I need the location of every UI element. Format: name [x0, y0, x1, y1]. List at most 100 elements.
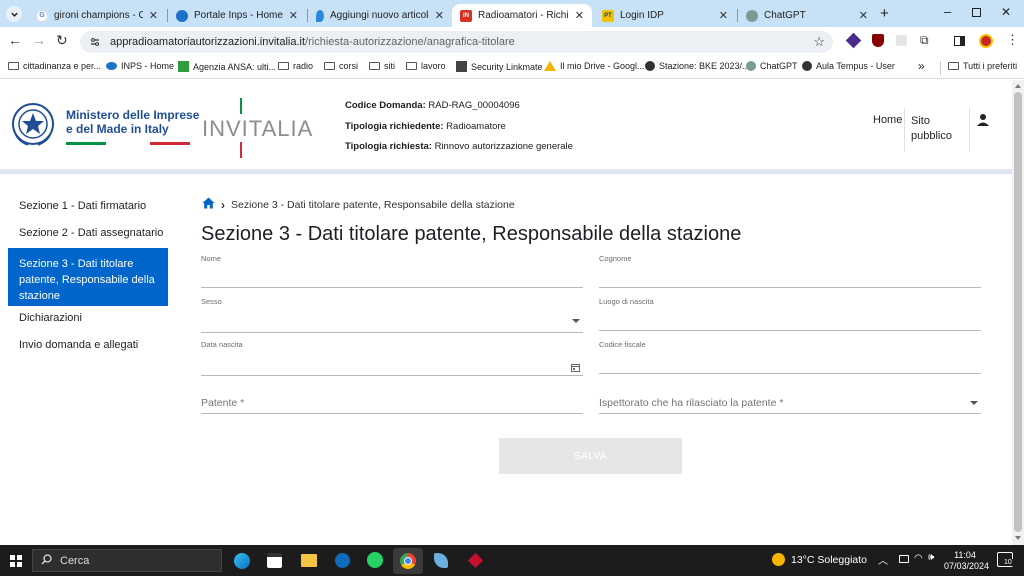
codice-fiscale-input[interactable]	[599, 356, 981, 374]
red-app-icon[interactable]	[468, 553, 483, 568]
search-icon	[41, 553, 52, 568]
bookmark-star-icon[interactable]: ☆	[813, 34, 825, 50]
luogo-nascita-input[interactable]	[599, 313, 981, 331]
calendar-icon[interactable]	[571, 359, 580, 377]
reload-button[interactable]: ↻	[56, 32, 68, 49]
close-icon[interactable]: ✕	[435, 9, 444, 22]
network-icon[interactable]	[899, 555, 909, 563]
page-viewport: Ministero delle Imprese e del Made in It…	[0, 80, 1012, 545]
close-icon[interactable]: ✕	[859, 9, 868, 22]
profile-avatar[interactable]	[979, 34, 993, 48]
tab-inps[interactable]: Portale Inps - Home ✕	[168, 4, 306, 27]
chrome-app-icon-active[interactable]	[393, 548, 423, 574]
ansa-icon	[178, 61, 189, 72]
ministry-name[interactable]: Ministero delle Imprese e del Made in It…	[66, 108, 199, 136]
close-icon[interactable]: ✕	[289, 9, 298, 22]
forward-button[interactable]: →	[32, 32, 46, 48]
bookmark-item[interactable]: lavoro	[406, 61, 446, 71]
tab-articolo[interactable]: Aggiungi nuovo articolo « ✕	[308, 4, 452, 27]
bookmark-item[interactable]: Agenzia ANSA: ulti...	[178, 61, 276, 72]
volume-icon[interactable]: 🕪	[928, 552, 934, 563]
whatsapp-app-icon[interactable]	[367, 552, 383, 568]
close-icon[interactable]: ✕	[575, 9, 584, 22]
taskbar-search[interactable]: Cerca	[32, 549, 222, 572]
store-app-icon[interactable]	[267, 553, 282, 568]
weather-widget[interactable]: 13°C Soleggiato	[772, 553, 867, 566]
extension-ublock-icon[interactable]	[872, 34, 884, 47]
bookmark-item[interactable]: Stazione: BKE 2023/...	[645, 61, 750, 71]
wifi-icon[interactable]: ◠	[914, 553, 923, 564]
extension-shield-icon[interactable]	[845, 32, 862, 49]
scrollbar-up-arrow[interactable]	[1015, 84, 1021, 88]
field-label: Cognome	[599, 254, 632, 263]
bookmarks-bar: cittadinanza e per... INPS - Home Agenzi…	[0, 57, 1024, 79]
field-nome: Nome	[201, 254, 583, 288]
tab-radioamatori[interactable]: IN Radioamatori - Richiesta A ✕	[452, 4, 592, 27]
restore-button[interactable]	[972, 8, 981, 17]
close-icon[interactable]: ✕	[149, 9, 158, 22]
data-nascita-input[interactable]	[201, 357, 583, 376]
extensions-puzzle-icon[interactable]: ⧉	[920, 33, 929, 48]
app-with-badge-icon[interactable]	[335, 553, 350, 568]
field-patente	[201, 392, 583, 414]
close-window-button[interactable]: ✕	[1001, 5, 1011, 19]
back-button[interactable]: ←	[8, 32, 22, 48]
bookmark-item[interactable]: radio	[278, 61, 313, 71]
all-bookmarks-button[interactable]: Tutti i preferiti	[948, 61, 1017, 71]
close-icon[interactable]: ✕	[719, 9, 728, 22]
side-panel-icon[interactable]	[954, 36, 965, 46]
ispettorato-select[interactable]	[599, 392, 981, 414]
field-codice-fiscale: Codice fiscale	[599, 340, 981, 374]
nav-divider	[904, 108, 905, 152]
sidebar-item-dichiarazioni[interactable]: Dichiarazioni	[8, 312, 168, 324]
edge-app-icon[interactable]	[234, 553, 250, 569]
user-account-icon[interactable]	[976, 113, 990, 132]
bookmark-item[interactable]: Aula Tempus - User	[802, 61, 895, 71]
page-scrollbar[interactable]	[1012, 80, 1024, 545]
dropdown-arrow-icon[interactable]	[970, 401, 978, 405]
tab-search-button[interactable]	[6, 6, 22, 22]
invitalia-logo[interactable]: INVITALIA	[202, 116, 313, 142]
nav-home-link[interactable]: Home	[873, 114, 902, 126]
tab-login-idp[interactable]: PT Login IDP ✕	[594, 4, 736, 27]
nav-divider	[969, 108, 970, 152]
new-tab-button[interactable]: +	[880, 5, 889, 22]
site-info-icon[interactable]	[88, 35, 102, 49]
sidebar-item-sezione-3-active[interactable]: Sezione 3 - Dati titolare patente, Respo…	[8, 248, 168, 306]
bookmark-item[interactable]: INPS - Home	[106, 61, 174, 71]
save-button[interactable]: SALVA	[499, 438, 682, 474]
patente-input[interactable]	[201, 392, 583, 414]
sidebar-item-sezione-2[interactable]: Sezione 2 - Dati assegnatario	[8, 227, 168, 239]
nome-input[interactable]	[201, 270, 583, 288]
bookmark-item[interactable]: ChatGPT	[746, 61, 798, 71]
browser-menu-icon[interactable]: ⋮	[1006, 32, 1019, 48]
bookmark-item[interactable]: corsi	[324, 61, 358, 71]
explorer-app-icon[interactable]	[301, 554, 317, 567]
bookmark-item[interactable]: Il mio Drive - Googl...	[544, 61, 645, 71]
address-bar[interactable]: appradioamatoriautorizzazioni.invitalia.…	[80, 31, 833, 53]
field-label: Codice fiscale	[599, 340, 646, 349]
windows-start-icon[interactable]	[10, 555, 22, 567]
extension-blank-icon[interactable]	[896, 35, 907, 46]
dropdown-arrow-icon[interactable]	[572, 319, 580, 323]
minimize-button[interactable]: –	[944, 4, 951, 19]
clock[interactable]: 11:04 07/03/2024	[944, 550, 989, 572]
bookmarks-overflow-button[interactable]: »	[918, 59, 925, 73]
tab-chatgpt[interactable]: ChatGPT ✕	[738, 4, 876, 27]
nav-sito-pubblico-link[interactable]: Sito pubblico	[911, 114, 952, 144]
cognome-input[interactable]	[599, 270, 981, 288]
sidebar-item-sezione-1[interactable]: Sezione 1 - Dati firmatario	[8, 200, 168, 212]
sesso-select[interactable]	[201, 314, 583, 333]
tab-gironi[interactable]: G gironi champions - Cerca c ✕	[28, 4, 166, 27]
scrollbar-thumb[interactable]	[1014, 92, 1022, 532]
bookmark-item[interactable]: Security Linkmate	[456, 61, 543, 72]
bookmark-item[interactable]: cittadinanza e per...	[8, 61, 101, 71]
chevron-up-icon[interactable]: ︿	[878, 552, 888, 567]
bookmark-item[interactable]: siti	[369, 61, 395, 71]
feather-app-icon[interactable]	[434, 553, 448, 568]
sidebar-item-invio-domanda[interactable]: Invio domanda e allegati	[8, 339, 168, 351]
scrollbar-down-arrow[interactable]	[1015, 536, 1021, 540]
field-sesso: Sesso	[201, 297, 583, 333]
italy-flag-green-bar	[66, 142, 106, 145]
home-icon[interactable]	[202, 197, 215, 212]
